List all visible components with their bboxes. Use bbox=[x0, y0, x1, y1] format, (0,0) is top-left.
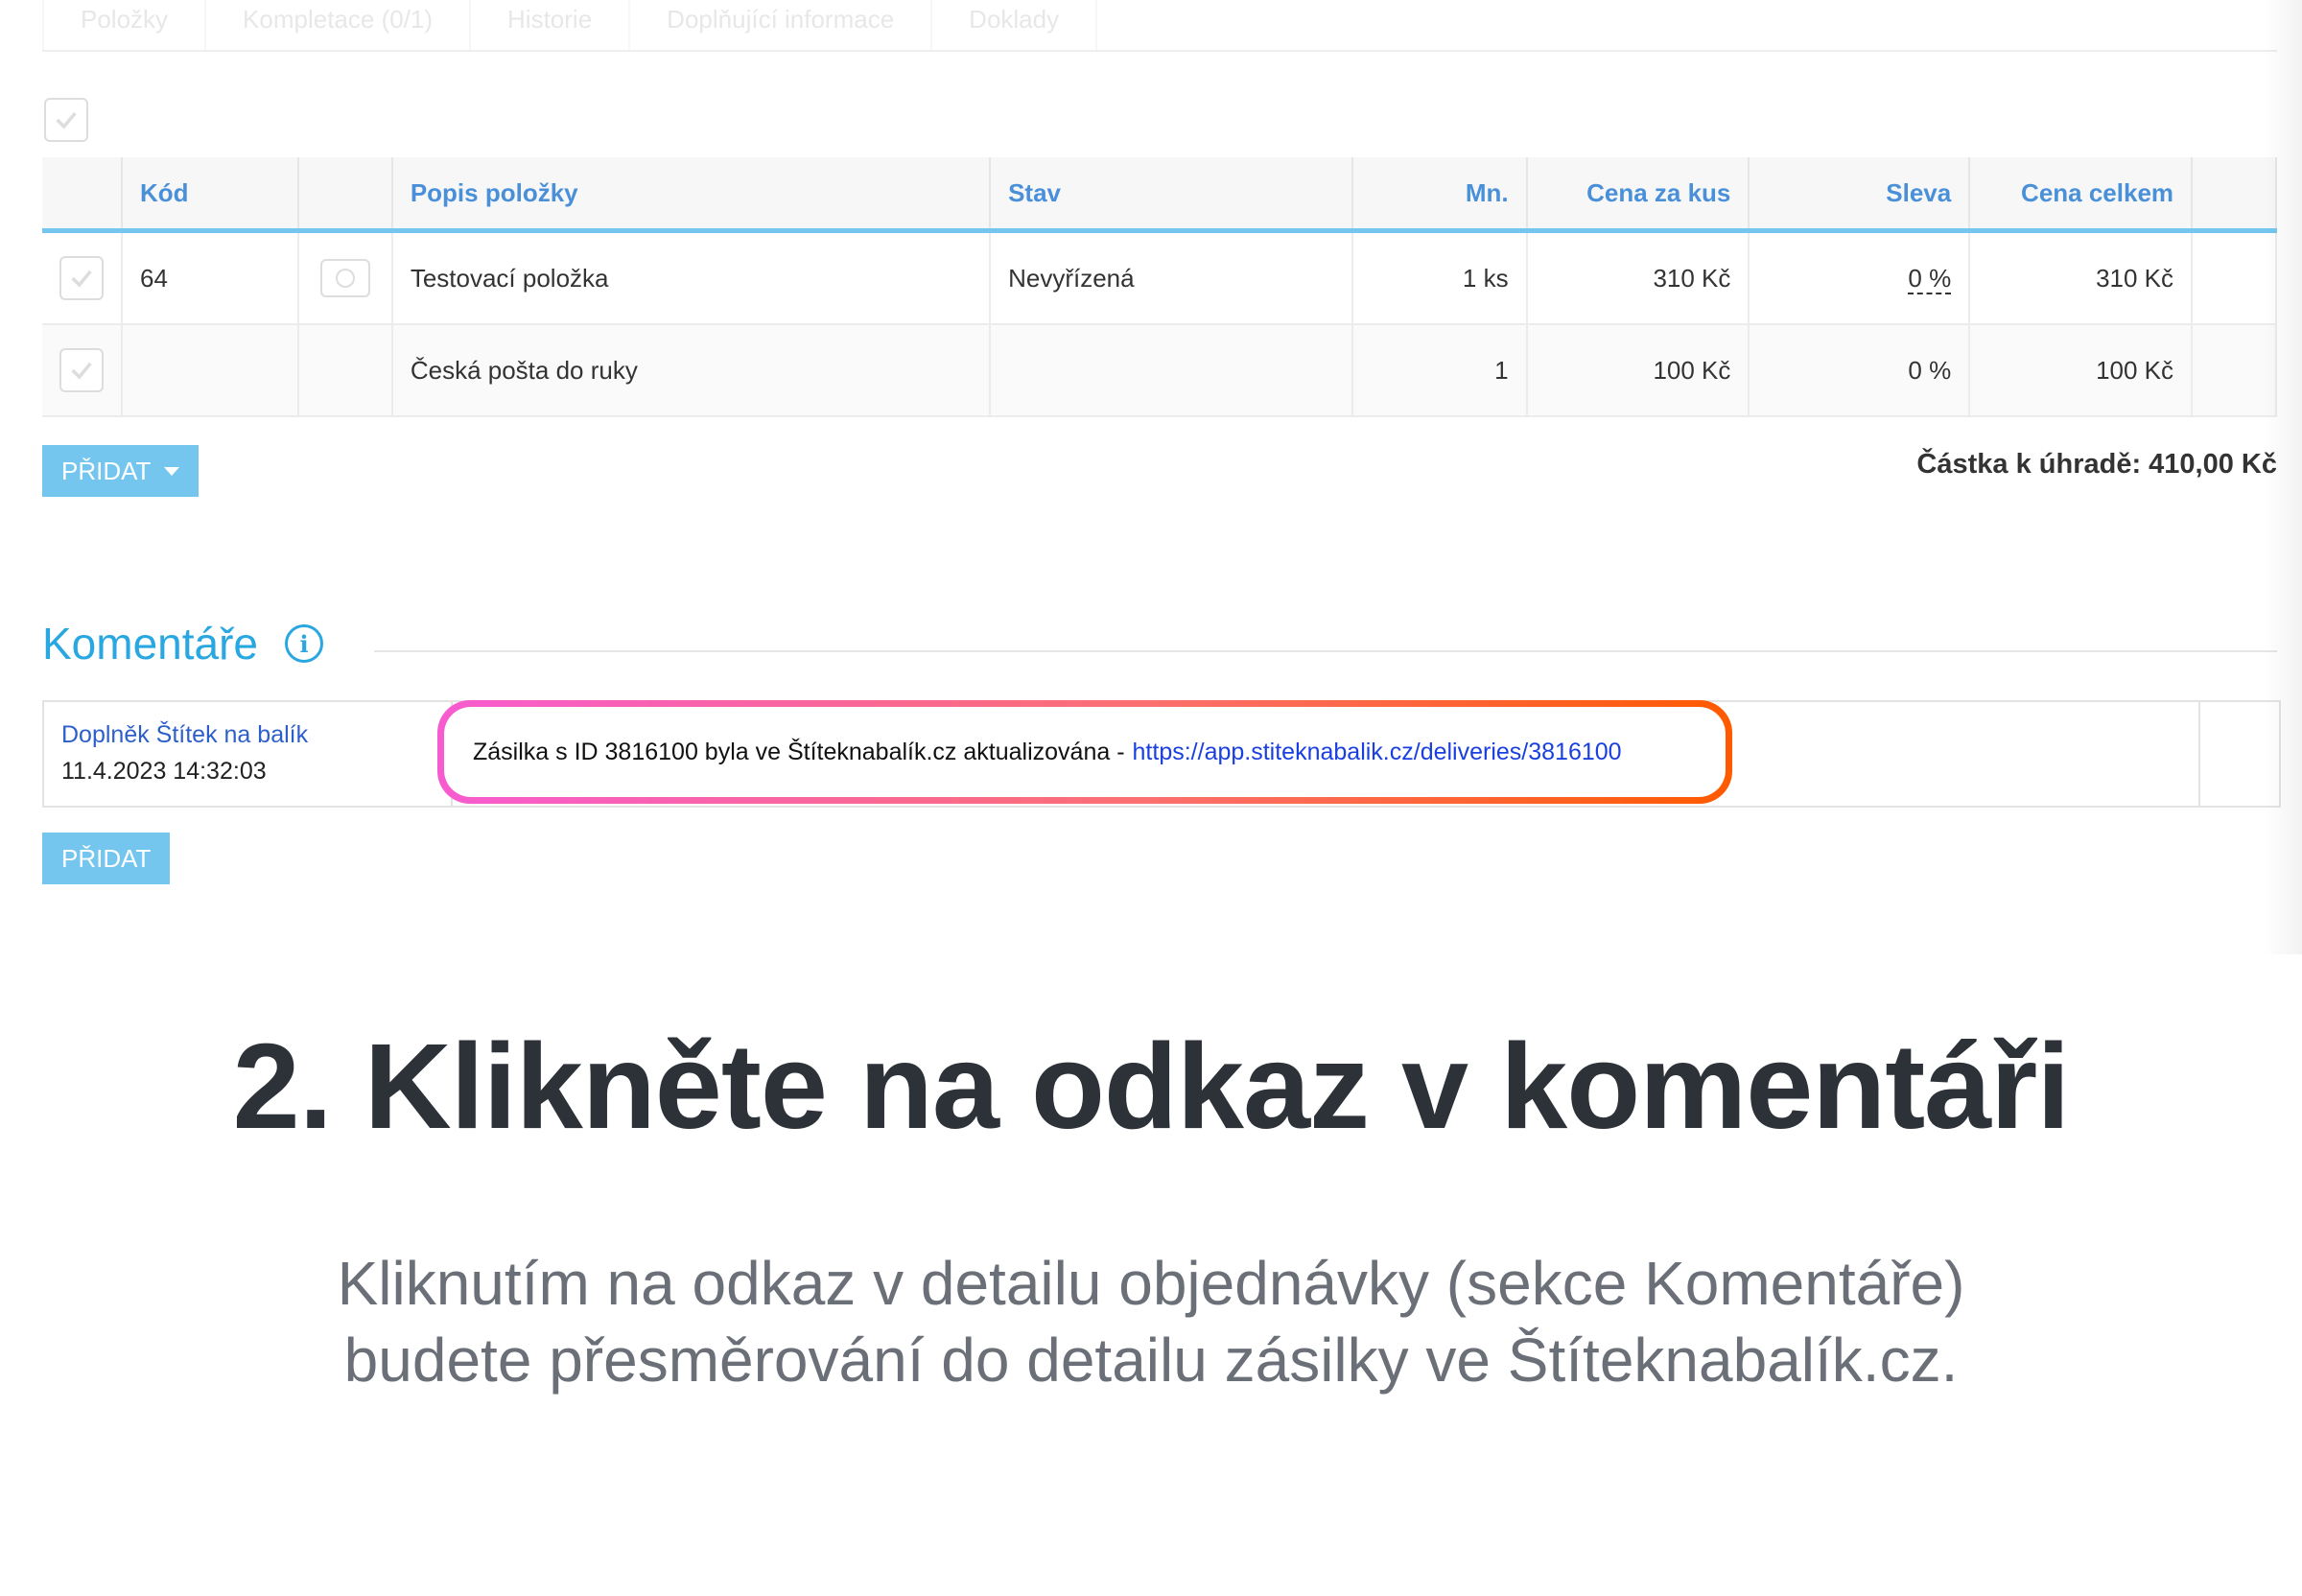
header-quantity[interactable]: Mn. bbox=[1351, 157, 1528, 233]
tab-documents[interactable]: Doklady bbox=[932, 0, 1098, 50]
table-header-row: Kód Popis položky Stav Mn. Cena za kus S… bbox=[42, 157, 2277, 233]
header-code[interactable]: Kód bbox=[122, 157, 299, 233]
check-icon bbox=[71, 362, 92, 380]
edge-shadow bbox=[2264, 0, 2302, 954]
tab-items[interactable]: Položky bbox=[42, 0, 207, 50]
discount-editable[interactable]: 0 % bbox=[1908, 263, 1952, 294]
check-icon bbox=[56, 111, 77, 129]
tab-additional-info[interactable]: Doplňující informace bbox=[630, 0, 933, 50]
cell-unit-price: 100 Kč bbox=[1526, 324, 1750, 417]
items-table: Kód Popis položky Stav Mn. Cena za kus S… bbox=[42, 157, 2277, 417]
comments-heading: Komentáře i bbox=[42, 618, 324, 669]
comment-text: Zásilka s ID 3816100 byla ve Štíteknabal… bbox=[473, 738, 1125, 765]
row-checkbox-cell bbox=[42, 324, 123, 417]
order-detail-screenshot: Položky Kompletace (0/1) Historie Doplňu… bbox=[0, 0, 2302, 954]
comment-text-cell: Zásilka s ID 3816100 byla ve Štíteknabal… bbox=[444, 707, 1726, 797]
add-item-label: PŘIDAT bbox=[61, 456, 152, 485]
tab-history[interactable]: Historie bbox=[471, 0, 631, 50]
header-unit-price[interactable]: Cena za kus bbox=[1526, 157, 1750, 233]
instruction-line-2: budete přesměrování do detailu zásilky v… bbox=[343, 1326, 1959, 1395]
row-checkbox-cell bbox=[42, 230, 123, 325]
header-total[interactable]: Cena celkem bbox=[1969, 157, 2194, 233]
divider bbox=[374, 650, 2277, 652]
header-select bbox=[42, 157, 123, 233]
instruction-line-1: Kliknutím na odkaz v detailu objednávky … bbox=[337, 1249, 1965, 1318]
comment-date: 11.4.2023 14:32:03 bbox=[61, 758, 267, 785]
row-checkbox[interactable] bbox=[59, 256, 104, 300]
header-image bbox=[297, 157, 393, 233]
table-row: Česká pošta do ruky 1 100 Kč 0 % 100 Kč bbox=[42, 324, 2277, 417]
row-checkbox[interactable] bbox=[59, 348, 104, 392]
total-due: Částka k úhradě: 410,00 Kč bbox=[1916, 449, 2277, 480]
cell-image bbox=[297, 230, 393, 325]
divider bbox=[2198, 702, 2200, 806]
camera-icon[interactable] bbox=[319, 259, 370, 297]
tab-bar: Položky Kompletace (0/1) Historie Doplňu… bbox=[42, 0, 2277, 52]
cell-status bbox=[990, 324, 1353, 417]
cell-total: 100 Kč bbox=[1969, 324, 2194, 417]
check-icon bbox=[71, 270, 92, 288]
info-icon[interactable]: i bbox=[285, 624, 324, 663]
comments-title: Komentáře bbox=[42, 619, 259, 669]
header-description[interactable]: Popis položky bbox=[391, 157, 992, 233]
header-status[interactable]: Stav bbox=[990, 157, 1353, 233]
comment-highlight: Zásilka s ID 3816100 byla ve Štíteknabal… bbox=[437, 700, 1732, 804]
cell-quantity: 1 ks bbox=[1351, 230, 1528, 325]
cell-status: Nevyřízená bbox=[990, 230, 1353, 325]
delivery-link[interactable]: https://app.stiteknabalik.cz/deliveries/… bbox=[1133, 739, 1622, 766]
cell-unit-price: 310 Kč bbox=[1526, 230, 1750, 325]
comment-author: Doplněk Štítek na balík bbox=[61, 721, 309, 748]
cell-discount: 0 % bbox=[1749, 230, 1971, 325]
cell-code bbox=[122, 324, 299, 417]
caret-down-icon bbox=[164, 466, 180, 476]
select-all-checkbox[interactable] bbox=[44, 98, 88, 142]
instruction-description: Kliknutím na odkaz v detailu objednávky … bbox=[0, 1245, 2302, 1398]
cell-quantity: 1 bbox=[1351, 324, 1528, 417]
cell-description[interactable]: Česká pošta do ruky bbox=[391, 324, 992, 417]
header-discount[interactable]: Sleva bbox=[1749, 157, 1971, 233]
add-comment-button[interactable]: PŘIDAT bbox=[42, 833, 171, 884]
tab-completion[interactable]: Kompletace (0/1) bbox=[206, 0, 472, 50]
instruction-headline: 2. Klikněte na odkaz v komentáři bbox=[232, 1019, 2071, 1154]
table-row: 64 Testovací položka Nevyřízená 1 ks 310… bbox=[42, 230, 2277, 325]
cell-image bbox=[297, 324, 393, 417]
cell-code: 64 bbox=[122, 230, 299, 325]
cell-total: 310 Kč bbox=[1969, 230, 2194, 325]
cell-discount: 0 % bbox=[1749, 324, 1971, 417]
add-item-button[interactable]: PŘIDAT bbox=[42, 445, 200, 497]
cell-description[interactable]: Testovací položka bbox=[391, 230, 992, 325]
